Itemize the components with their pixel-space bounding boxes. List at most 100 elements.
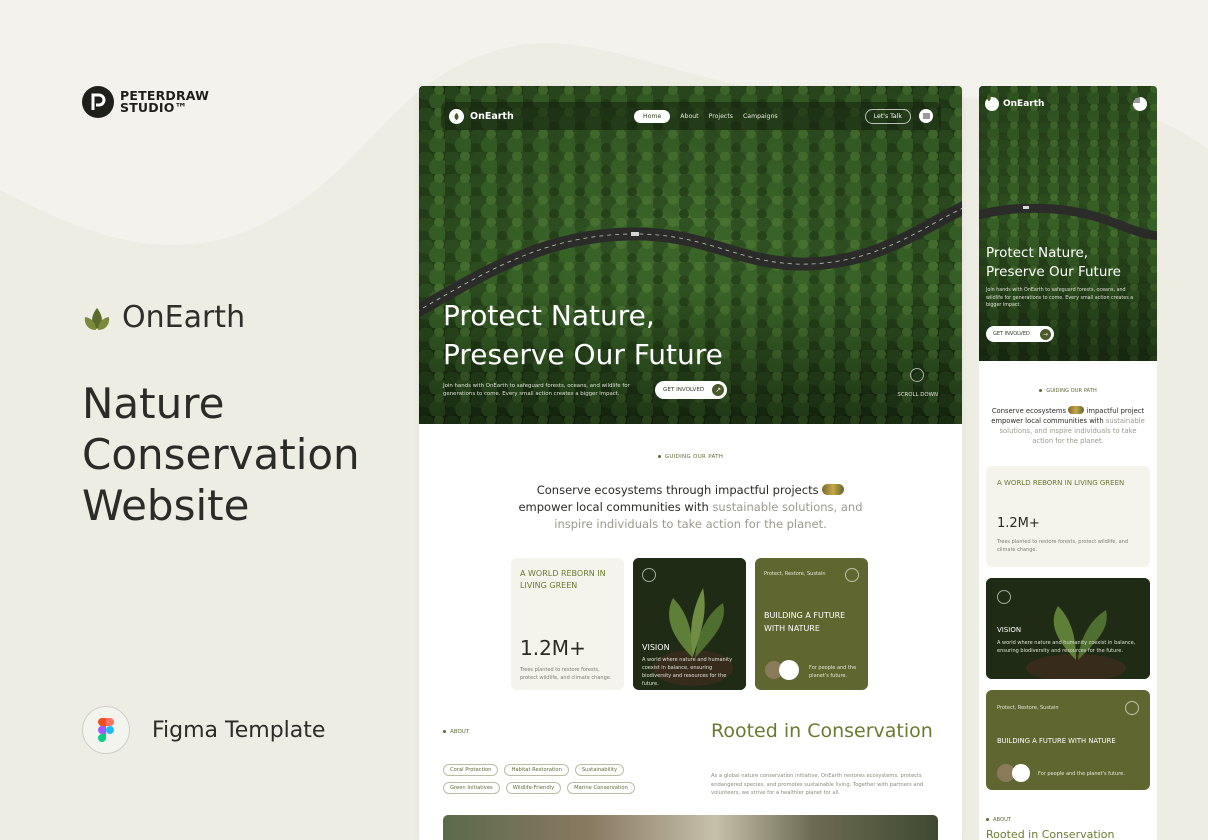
tag-wildlife-friendly[interactable]: Wildlife-Friendly xyxy=(505,782,562,794)
mobile-hero-title: Protect Nature, Preserve Our Future xyxy=(986,244,1121,282)
mobile-guiding-path-tag: GUIDING OUR PATH xyxy=(979,388,1157,394)
scroll-down-label[interactable]: SCROLL DOWN xyxy=(897,392,938,398)
mobile-hero-title-line2: Preserve Our Future xyxy=(986,264,1121,280)
mobile-mission-text-1: Conserve ecosystems xyxy=(991,407,1067,415)
lets-talk-button[interactable]: Let's Talk xyxy=(864,108,911,124)
stat-card-value: 1.2M+ xyxy=(520,636,586,660)
get-involved-button[interactable]: GET INVOLVED ↗ xyxy=(655,381,728,399)
studio-name-line2: STUDIO™ xyxy=(120,100,188,115)
hero-title-line2: Preserve Our Future xyxy=(443,338,723,371)
get-involved-label: GET INVOLVED xyxy=(663,387,705,393)
vision-icon xyxy=(997,590,1011,604)
rooted-title: Rooted in Conservation xyxy=(711,720,933,742)
leaf-icon xyxy=(985,94,999,111)
feature-cards: A WORLD REBORN IN LIVING GREEN 1.2M+ Tre… xyxy=(511,558,868,690)
hero-title-line1: Protect Nature, xyxy=(443,299,655,332)
arrow-right-icon: → xyxy=(1039,328,1051,340)
mobile-building-future-tag: Protect, Restore, Sustain xyxy=(997,705,1059,711)
vision-icon xyxy=(642,568,656,582)
figma-badge: Figma Template xyxy=(82,706,325,754)
product-brand: OnEarth xyxy=(82,300,245,335)
hero-description: Join hands with OnEarth to safeguard for… xyxy=(443,383,630,397)
nav-link-home[interactable]: Home xyxy=(634,109,671,123)
figma-icon xyxy=(82,706,130,754)
mobile-stat-value: 1.2M+ xyxy=(997,516,1040,531)
nav-link-about[interactable]: About xyxy=(680,113,698,120)
stat-card[interactable]: A WORLD REBORN IN LIVING GREEN 1.2M+ Tre… xyxy=(511,558,624,690)
mobile-rooted-title: Rooted in Conservation xyxy=(986,828,1115,840)
check-icon xyxy=(845,568,859,582)
mobile-building-future-title: BUILDING A FUTURE WITH NATURE xyxy=(997,737,1116,745)
desktop-hero: OnEarth Home About Projects Campaigns Le… xyxy=(419,86,962,424)
vision-title: VISION xyxy=(642,643,670,652)
mission-statement: Conserve ecosystems through impactful pr… xyxy=(509,482,872,533)
menu-icon[interactable] xyxy=(919,109,933,123)
tag-sustainability[interactable]: Sustainability xyxy=(574,764,625,776)
nav-link-projects[interactable]: Projects xyxy=(709,113,733,120)
nav-logo[interactable]: OnEarth xyxy=(449,108,514,124)
forest-road-image xyxy=(979,86,1157,361)
nav-logo-text: OnEarth xyxy=(470,110,514,122)
mobile-hero: OnEarth Protect Nature, Preserve Our Fut… xyxy=(979,86,1157,361)
globe-icon xyxy=(779,660,799,680)
mobile-stat-title: A WORLD REBORN IN LIVING GREEN xyxy=(997,479,1125,487)
tag-marine-conservation[interactable]: Marine Conservation xyxy=(567,782,635,794)
mobile-building-future-description: For people and the planet's future. xyxy=(1038,771,1125,777)
mobile-logo-text[interactable]: OnEarth xyxy=(1003,99,1044,109)
people-image xyxy=(443,815,938,840)
headline-line3: Website xyxy=(82,481,250,530)
menu-icon[interactable] xyxy=(1133,97,1147,111)
mobile-building-future-card[interactable]: Protect, Restore, Sustain BUILDING A FUT… xyxy=(986,690,1150,790)
stat-card-title: A WORLD REBORN IN LIVING GREEN xyxy=(520,569,606,590)
stat-card-description: Trees planted to restore forests, protec… xyxy=(520,667,612,681)
product-name: OnEarth xyxy=(122,300,246,335)
vision-card[interactable]: VISION A world where nature and humanity… xyxy=(633,558,746,690)
pill-image xyxy=(822,484,845,495)
about-tag: ABOUT xyxy=(443,729,469,735)
mobile-get-involved-label: GET INVOLVED xyxy=(993,331,1030,337)
building-future-card[interactable]: Protect, Restore, Sustain BUILDING A FUT… xyxy=(755,558,868,690)
scroll-down-icon[interactable] xyxy=(910,368,924,382)
mobile-navbar: OnEarth xyxy=(985,94,1151,114)
mobile-mission-statement: Conserve ecosystems impactful project em… xyxy=(989,406,1147,446)
mission-text-1: Conserve ecosystems through impactful pr… xyxy=(536,483,819,497)
nav-link-campaigns[interactable]: Campaigns xyxy=(743,113,778,120)
mobile-hero-title-line1: Protect Nature, xyxy=(986,245,1089,261)
pill-image xyxy=(1068,406,1085,414)
building-future-title: BUILDING A FUTURE WITH NATURE xyxy=(764,611,846,633)
about-description: As a global nature conservation initiati… xyxy=(711,773,924,796)
figma-template-label: Figma Template xyxy=(152,717,326,743)
leaf-icon xyxy=(84,307,110,330)
desktop-preview: OnEarth Home About Projects Campaigns Le… xyxy=(419,86,962,840)
about-tags: Coral Protection Habitat Restoration Sus… xyxy=(443,764,643,794)
mobile-about-tag: ABOUT xyxy=(986,817,1011,823)
headline-line1: Nature xyxy=(82,379,225,428)
globe-icon xyxy=(1012,764,1030,782)
nav-links: Home About Projects Campaigns xyxy=(634,109,778,123)
studio-logo-icon xyxy=(82,86,114,118)
studio-brand: PETERDRAW STUDIO™ xyxy=(82,86,209,118)
leaf-icon xyxy=(449,108,464,124)
arrow-up-right-icon: ↗ xyxy=(712,384,725,396)
mobile-vision-card[interactable]: VISION A world where nature and humanity… xyxy=(986,578,1150,679)
mobile-vision-description: A world where nature and humanity coexis… xyxy=(997,640,1136,654)
check-icon xyxy=(1125,701,1139,715)
tag-habitat-restoration[interactable]: Habitat Restoration xyxy=(504,764,569,776)
hero-title: Protect Nature, Preserve Our Future xyxy=(443,296,723,374)
mobile-vision-title: VISION xyxy=(997,626,1022,634)
mission-text-2: empower local communities with xyxy=(518,500,709,514)
tag-green-initiatives[interactable]: Green Initiatives xyxy=(443,782,500,794)
headline-line2: Conservation xyxy=(82,430,360,479)
mobile-preview: OnEarth Protect Nature, Preserve Our Fut… xyxy=(979,86,1157,840)
mobile-stat-description: Trees planted to restore forests, protec… xyxy=(997,539,1129,553)
desktop-navbar: OnEarth Home About Projects Campaigns Le… xyxy=(441,102,941,130)
vision-description: A world where nature and humanity coexis… xyxy=(642,657,733,687)
mobile-get-involved-button[interactable]: GET INVOLVED → xyxy=(986,326,1054,342)
building-future-description: For people and the planet's future. xyxy=(809,665,857,679)
guiding-path-tag: GUIDING OUR PATH xyxy=(419,454,962,460)
mobile-stat-card[interactable]: A WORLD REBORN IN LIVING GREEN 1.2M+ Tre… xyxy=(986,466,1150,567)
mobile-hero-description: Join hands with OnEarth to safeguard for… xyxy=(986,288,1134,308)
page-headline: Nature Conservation Website xyxy=(82,378,402,531)
tag-coral-protection[interactable]: Coral Protection xyxy=(443,764,499,776)
studio-name: PETERDRAW STUDIO™ xyxy=(120,89,209,115)
